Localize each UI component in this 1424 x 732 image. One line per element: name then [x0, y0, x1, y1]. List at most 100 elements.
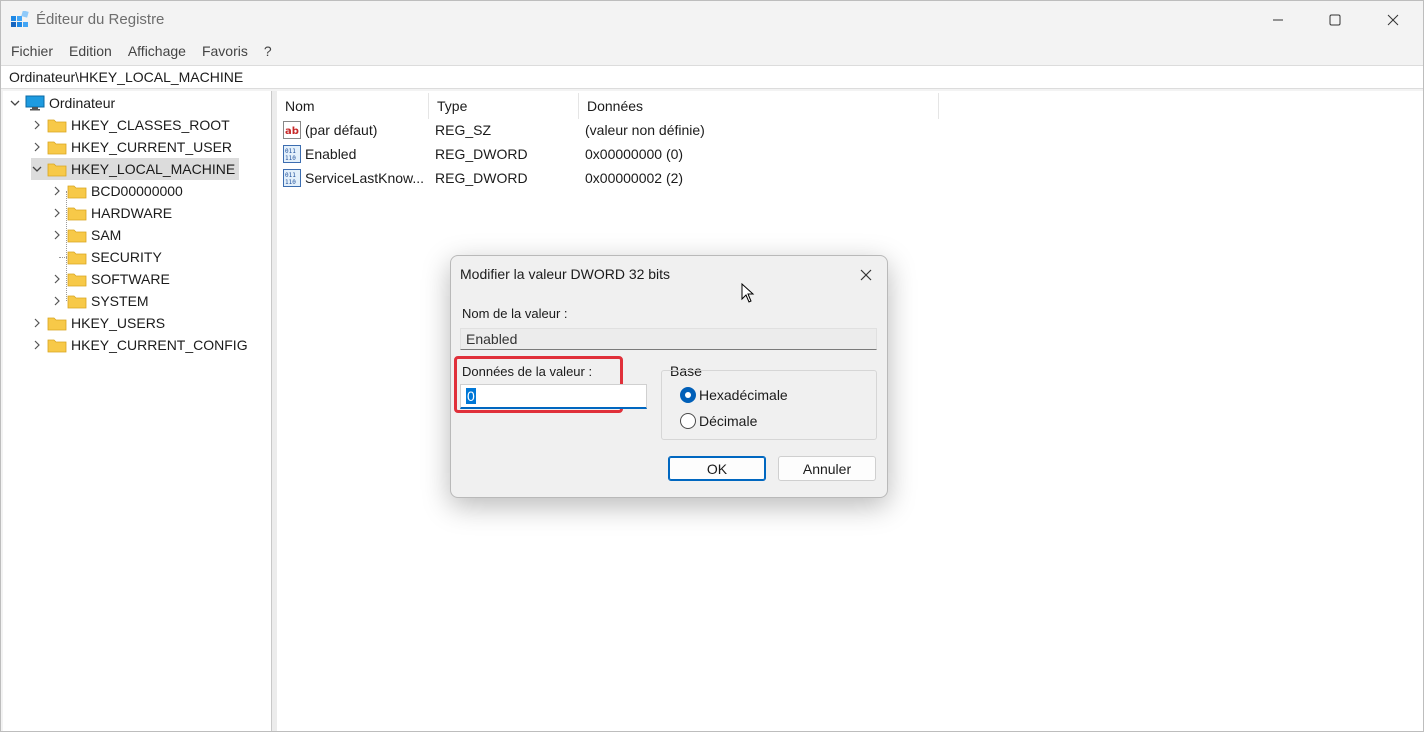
- chevron-right-icon[interactable]: [51, 207, 63, 219]
- table-row[interactable]: 011 110 Enabled REG_DWORD 0x00000000 (0): [283, 142, 943, 166]
- dialog-close-button[interactable]: [851, 262, 881, 288]
- tree-node-security[interactable]: SECURITY: [63, 246, 162, 268]
- menu-favoris[interactable]: Favoris: [202, 43, 248, 59]
- chevron-down-icon[interactable]: [9, 97, 21, 109]
- tree-node-hkey-users[interactable]: HKEY_USERS: [31, 312, 165, 334]
- value-data-input[interactable]: 0: [460, 384, 647, 409]
- menu-edition[interactable]: Edition: [69, 43, 112, 59]
- svg-text:110: 110: [285, 179, 296, 186]
- value-type: REG_DWORD: [435, 170, 528, 186]
- maximize-button[interactable]: [1305, 1, 1365, 39]
- menu-help[interactable]: ?: [264, 43, 272, 59]
- minimize-button[interactable]: [1248, 1, 1308, 39]
- tree-node-hkey-classes-root[interactable]: HKEY_CLASSES_ROOT: [31, 114, 230, 136]
- computer-icon: [25, 95, 45, 111]
- tree-node-hkey-current-config[interactable]: HKEY_CURRENT_CONFIG: [31, 334, 248, 356]
- column-header-donnees[interactable]: Données: [579, 93, 939, 119]
- chevron-right-icon[interactable]: [31, 317, 43, 329]
- string-value-icon: ab: [283, 121, 301, 139]
- radio-hexadecimal[interactable]: Hexadécimale: [680, 385, 788, 405]
- menu-bar: Fichier Edition Affichage Favoris ?: [1, 39, 1423, 63]
- tree-label: HKEY_USERS: [71, 315, 166, 331]
- value-name-label: Nom de la valeur :: [462, 306, 568, 321]
- folder-icon: [47, 141, 67, 155]
- value-data: 0x00000002 (2): [585, 170, 684, 186]
- tree-label: HKEY_CLASSES_ROOT: [71, 117, 230, 133]
- table-row[interactable]: ab (par défaut) REG_SZ (valeur non défin…: [283, 118, 943, 142]
- tree-node-system[interactable]: SYSTEM: [51, 290, 149, 312]
- chevron-down-icon[interactable]: [31, 163, 43, 175]
- chevron-right-icon[interactable]: [31, 339, 43, 351]
- tree-node-hkey-local-machine[interactable]: HKEY_LOCAL_MACHINE: [31, 158, 240, 180]
- chevron-right-icon[interactable]: [51, 229, 63, 241]
- value-data-text: 0: [466, 388, 476, 404]
- folder-icon: [67, 229, 87, 243]
- tree-label: SECURITY: [91, 249, 162, 265]
- chevron-right-icon[interactable]: [31, 119, 43, 131]
- tree-label: HKEY_CURRENT_USER: [71, 139, 233, 155]
- close-icon: [860, 269, 872, 281]
- value-name: (par défaut): [305, 122, 378, 138]
- key-tree: Ordinateur HKEY_CLASSES_ROOT HKEY_CURREN…: [3, 91, 272, 731]
- value-data: (valeur non définie): [585, 122, 705, 138]
- tree-label: SYSTEM: [91, 293, 149, 309]
- tree-label: HKEY_CURRENT_CONFIG: [71, 337, 248, 353]
- tree-label: BCD00000000: [91, 183, 183, 199]
- radio-decimal[interactable]: Décimale: [680, 411, 757, 431]
- tree-node-hardware[interactable]: HARDWARE: [51, 202, 172, 224]
- tree-label: SOFTWARE: [91, 271, 170, 287]
- address-bar[interactable]: Ordinateur\HKEY_LOCAL_MACHINE: [1, 65, 1423, 89]
- value-data-label: Données de la valeur :: [462, 364, 593, 379]
- folder-open-icon: [47, 163, 67, 177]
- chevron-right-icon[interactable]: [51, 185, 63, 197]
- radio-checked-icon[interactable]: [680, 387, 696, 403]
- folder-icon: [47, 339, 67, 353]
- binary-value-icon: 011 110: [283, 169, 301, 187]
- menu-fichier[interactable]: Fichier: [11, 43, 53, 59]
- tree-node-hkey-current-user[interactable]: HKEY_CURRENT_USER: [31, 136, 232, 158]
- svg-text:110: 110: [285, 155, 296, 162]
- cancel-button[interactable]: Annuler: [778, 456, 876, 481]
- tree-node-sam[interactable]: SAM: [51, 224, 121, 246]
- base-group: Hexadécimale Décimale: [661, 370, 877, 440]
- tree-node-software[interactable]: SOFTWARE: [51, 268, 170, 290]
- registry-editor-icon: [11, 11, 29, 27]
- edit-dword-dialog: Modifier la valeur DWORD 32 bits Nom de …: [450, 255, 888, 498]
- radio-label: Hexadécimale: [699, 387, 788, 403]
- tree-node-bcd[interactable]: BCD00000000: [51, 180, 183, 202]
- chevron-right-icon[interactable]: [51, 295, 63, 307]
- value-data: 0x00000000 (0): [585, 146, 684, 162]
- chevron-right-icon[interactable]: [31, 141, 43, 153]
- column-header-nom[interactable]: Nom: [277, 93, 429, 119]
- column-header-type[interactable]: Type: [429, 93, 579, 119]
- table-row[interactable]: 011 110 ServiceLastKnow... REG_DWORD 0x0…: [283, 166, 943, 190]
- value-type: REG_SZ: [435, 122, 492, 138]
- binary-value-icon: 011 110: [283, 145, 301, 163]
- folder-icon: [47, 119, 67, 133]
- folder-icon: [67, 251, 87, 265]
- radio-label: Décimale: [699, 413, 758, 429]
- folder-icon: [67, 273, 87, 287]
- svg-text:011: 011: [285, 172, 296, 179]
- chevron-right-icon[interactable]: [51, 273, 63, 285]
- folder-icon: [67, 295, 87, 309]
- close-button[interactable]: [1363, 1, 1423, 39]
- value-name: ServiceLastKnow...: [305, 170, 425, 186]
- folder-icon: [47, 317, 67, 331]
- svg-text:011: 011: [285, 148, 296, 155]
- ok-button[interactable]: OK: [668, 456, 766, 481]
- value-name-field: Enabled: [460, 328, 877, 350]
- value-type: REG_DWORD: [435, 146, 528, 162]
- folder-icon: [67, 185, 87, 199]
- value-name: Enabled: [305, 146, 357, 162]
- dialog-title: Modifier la valeur DWORD 32 bits: [460, 266, 671, 282]
- window-title: Éditeur du Registre: [36, 11, 165, 28]
- tree-node-ordinateur[interactable]: Ordinateur: [9, 92, 115, 114]
- minimize-icon: [1273, 19, 1283, 21]
- radio-unchecked-icon[interactable]: [680, 413, 696, 429]
- svg-text:ab: ab: [285, 126, 299, 137]
- title-bar[interactable]: Éditeur du Registre: [1, 1, 1423, 39]
- tree-label: Ordinateur: [49, 95, 116, 111]
- mouse-cursor-icon: [741, 283, 755, 303]
- menu-affichage[interactable]: Affichage: [128, 43, 186, 59]
